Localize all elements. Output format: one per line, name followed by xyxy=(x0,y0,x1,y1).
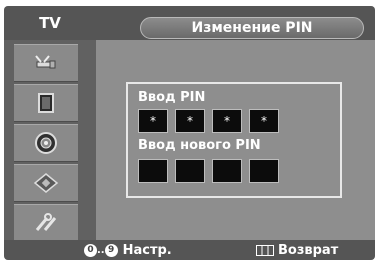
return-hint: Возврат xyxy=(256,241,338,259)
osd-frame: TV Изменение PIN Ввод PIN * * * * Ввод н… xyxy=(4,6,375,260)
tv-tab: TV xyxy=(4,6,96,40)
digit-range-separator: .. xyxy=(97,244,105,256)
menu-icon xyxy=(256,244,274,256)
new-pin-label: Ввод нового PIN xyxy=(138,138,261,153)
enter-pin-digit-4[interactable]: * xyxy=(249,109,279,133)
new-pin-digit-3[interactable] xyxy=(212,159,242,183)
sidebar-item-sound[interactable] xyxy=(14,124,78,162)
speaker-icon xyxy=(35,132,57,154)
return-label: Возврат xyxy=(278,242,339,258)
pin-entry-box: Ввод PIN * * * * Ввод нового PIN xyxy=(126,82,342,198)
menu-title: Изменение PIN xyxy=(140,17,364,39)
tv-tab-label: TV xyxy=(39,14,61,32)
tv-osd-screen: TV Изменение PIN Ввод PIN * * * * Ввод н… xyxy=(0,0,379,264)
sidebar-item-function[interactable] xyxy=(14,164,78,202)
new-pin-digit-1[interactable] xyxy=(138,159,168,183)
menu-title-text: Изменение PIN xyxy=(191,20,313,36)
enter-pin-digit-1[interactable]: * xyxy=(138,109,168,133)
header-bar: TV Изменение PIN xyxy=(4,6,375,40)
setup-hint: 0 .. 9 Настр. xyxy=(84,241,172,259)
antenna-icon xyxy=(35,55,56,69)
enter-pin-label: Ввод PIN xyxy=(138,90,206,105)
sidebar-item-picture[interactable] xyxy=(14,84,78,122)
tools-icon xyxy=(35,213,57,231)
enter-pin-digit-3[interactable]: * xyxy=(212,109,242,133)
pin-change-panel: Ввод PIN * * * * Ввод нового PIN xyxy=(96,40,375,240)
setup-label: Настр. xyxy=(122,242,172,258)
footer-help-bar: 0 .. 9 Настр. Возврат xyxy=(4,240,375,260)
chip-icon xyxy=(33,173,59,193)
sidebar-item-setup[interactable] xyxy=(14,204,78,242)
new-pin-digit-2[interactable] xyxy=(175,159,205,183)
digit-9-icon: 9 xyxy=(104,243,118,257)
digit-0-icon: 0 xyxy=(84,243,97,257)
new-pin-digit-4[interactable] xyxy=(249,159,279,183)
sidebar-item-input[interactable] xyxy=(14,44,78,82)
picture-icon xyxy=(38,93,54,113)
sidebar-menu xyxy=(4,40,96,242)
enter-pin-digit-2[interactable]: * xyxy=(175,109,205,133)
